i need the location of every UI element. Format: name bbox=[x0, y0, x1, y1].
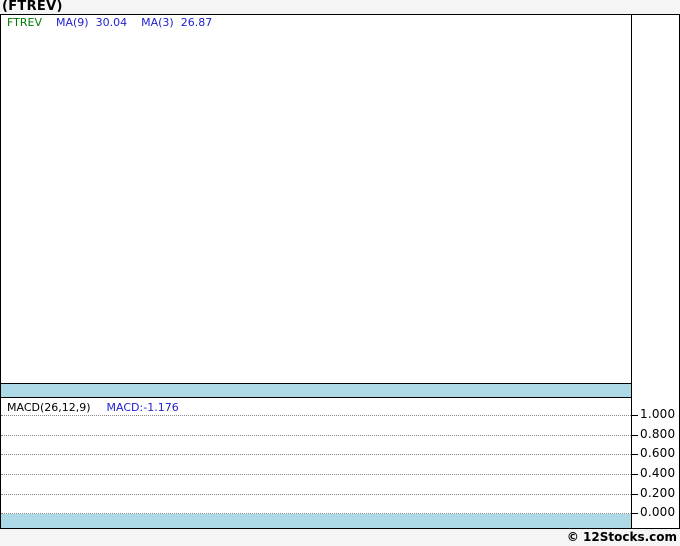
ma9-value: 30.04 bbox=[95, 16, 128, 29]
separator-band-top bbox=[1, 383, 631, 398]
gridline bbox=[1, 415, 631, 416]
gridline bbox=[1, 474, 631, 475]
axis-tick bbox=[632, 494, 638, 495]
gridline bbox=[1, 454, 631, 455]
axis-tick-label: 0.200 bbox=[640, 486, 676, 500]
ma3-label: MA(3) bbox=[141, 16, 174, 29]
axis-tick bbox=[632, 435, 638, 436]
macd-params-label: MACD(26,12,9) bbox=[7, 401, 91, 414]
page-title: (FTREV) bbox=[2, 0, 63, 14]
gridline bbox=[1, 435, 631, 436]
main-chart-legend: FTREV MA(9) 30.04 MA(3) 26.87 bbox=[7, 17, 226, 29]
macd-value: MACD:-1.176 bbox=[106, 401, 179, 414]
ma3-value: 26.87 bbox=[180, 16, 213, 29]
ticker-symbol-label: FTREV bbox=[7, 16, 42, 29]
axis-tick-label: 0.800 bbox=[640, 427, 676, 441]
axis-tick bbox=[632, 513, 638, 514]
axis-tick-label: 0.400 bbox=[640, 466, 676, 480]
axis-tick-label: 0.600 bbox=[640, 446, 676, 460]
axis-tick bbox=[632, 474, 638, 475]
macd-legend: MACD(26,12,9) MACD:-1.176 bbox=[7, 402, 179, 414]
separator-band-bottom bbox=[1, 514, 631, 528]
footer: © 12Stocks.com bbox=[0, 530, 677, 545]
axis-tick bbox=[632, 415, 638, 416]
axis-tick bbox=[632, 454, 638, 455]
gridline bbox=[1, 494, 631, 495]
ma9-label: MA(9) bbox=[55, 16, 89, 29]
site-credit-link[interactable]: © 12Stocks.com bbox=[567, 530, 677, 544]
chart-area: FTREV MA(9) 30.04 MA(3) 26.87 MACD(26,12,9) M… bbox=[0, 14, 680, 529]
axis-divider-line bbox=[631, 15, 632, 528]
axis-tick-label: 0.000 bbox=[640, 505, 676, 519]
axis-tick-label: 1.000 bbox=[640, 407, 676, 421]
